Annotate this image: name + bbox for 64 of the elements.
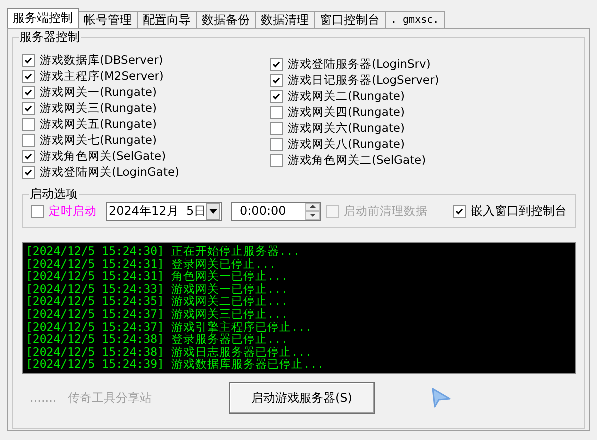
checkbox-label: 游戏数据库(DBServer) (40, 52, 164, 68)
checkbox[interactable] (22, 70, 35, 82)
checkbox[interactable] (270, 90, 283, 102)
log-line: [2024/12/5 15:24:31] 登录网关已停止... (26, 258, 278, 270)
start-server-button[interactable]: 启动游戏服务器(S) (229, 382, 375, 414)
checkbox[interactable] (22, 102, 35, 114)
caret-icon (208, 208, 218, 214)
up-arrow-icon (310, 205, 316, 208)
checkbox-label: 游戏网关六(Rungate) (288, 120, 405, 136)
time-field[interactable]: 0:00:00 (231, 202, 321, 220)
group-title: 服务器控制 (19, 30, 81, 44)
log-line: [2024/12/5 15:24:30] 正在开始停止服务器... (26, 245, 302, 258)
checkbox[interactable] (270, 74, 283, 86)
checkbox-label: 游戏网关八(Rungate) (288, 136, 405, 152)
checkbox-label: 定时启动 (49, 204, 97, 218)
checkbox-label: 游戏登陆网关(LoginGate) (40, 164, 180, 180)
log-line: [2024/12/5 15:24:38] 登录服务器已停止... (26, 333, 290, 346)
dropdown-button[interactable] (206, 202, 220, 220)
group-title: 启动选项 (29, 187, 79, 201)
checkbox-label: 游戏网关四(Rungate) (288, 104, 405, 120)
checkbox[interactable] (22, 150, 35, 162)
checkbox[interactable] (270, 138, 283, 150)
checkbox-label: 游戏网关七(Rungate) (40, 132, 157, 148)
log-line: [2024/12/5 15:24:39] 游戏数据库服务器已停止... (26, 358, 326, 371)
checkbox[interactable] (453, 204, 466, 218)
tab[interactable]: 数据备份 (196, 11, 256, 28)
log-line: [2024/12/5 15:24:37] 游戏网关三已停止... (26, 308, 290, 321)
checkbox[interactable] (22, 166, 35, 178)
log-line: [2024/12/5 15:24:33] 游戏网关一已停止... (26, 282, 290, 296)
pointer-icon (430, 387, 452, 409)
log-line: [2024/12/5 15:24:31] 角色网关一已停止... (26, 270, 290, 283)
tab[interactable]: 帐号管理 (78, 11, 138, 28)
log-line: [2024/12/5 15:24:38] 游戏日志服务器已停止... (26, 346, 314, 358)
checkbox-label: 游戏网关三(Rungate) (40, 100, 157, 116)
tab[interactable]: 服务端控制 (7, 8, 79, 28)
down-arrow-icon (310, 214, 316, 217)
checkbox[interactable] (270, 154, 283, 166)
checkbox-label: 游戏主程序(M2Server) (40, 68, 164, 84)
checkbox[interactable] (31, 204, 44, 218)
checkbox-label: 嵌入窗口到控制台 (471, 202, 567, 220)
tab[interactable]: . gmxsc. (385, 11, 446, 28)
checkbox[interactable] (22, 118, 35, 130)
date-picker[interactable]: 2024年12月 5日 (106, 202, 222, 220)
tab[interactable]: 窗口控制台 (314, 11, 386, 28)
tab[interactable]: 数据清理 (255, 11, 315, 28)
checkbox-label: 游戏角色网关二(SelGate) (288, 152, 426, 168)
checkbox-label: 启动前清理数据 (344, 204, 428, 218)
checkbox[interactable] (22, 54, 35, 66)
checkbox-label: 游戏网关二(Rungate) (288, 88, 405, 104)
checkbox[interactable] (270, 106, 283, 118)
checkbox[interactable] (22, 134, 35, 146)
checkbox-label: 游戏角色网关(SelGate) (40, 148, 166, 164)
checkbox[interactable] (22, 86, 35, 98)
spin-button[interactable] (305, 202, 320, 220)
log-line: [2024/12/5 15:24:37] 游戏引擎主程序已停止... (26, 320, 314, 334)
checkbox-label: 游戏日记服务器(LogServer) (288, 72, 440, 88)
checkbox-label: 游戏网关五(Rungate) (40, 116, 157, 132)
site-label: ....... 传奇工具分享站 (29, 390, 154, 406)
checkbox-label: 游戏登陆服务器(LoginSrv) (288, 56, 431, 72)
log-line: [2024/12/5 15:24:35] 游戏网关二已停止... (26, 295, 290, 308)
checkbox[interactable] (270, 58, 283, 70)
checkbox[interactable] (270, 122, 283, 134)
checkbox-label: 游戏网关一(Rungate) (40, 84, 157, 100)
tab[interactable]: 配置向导 (137, 11, 197, 28)
